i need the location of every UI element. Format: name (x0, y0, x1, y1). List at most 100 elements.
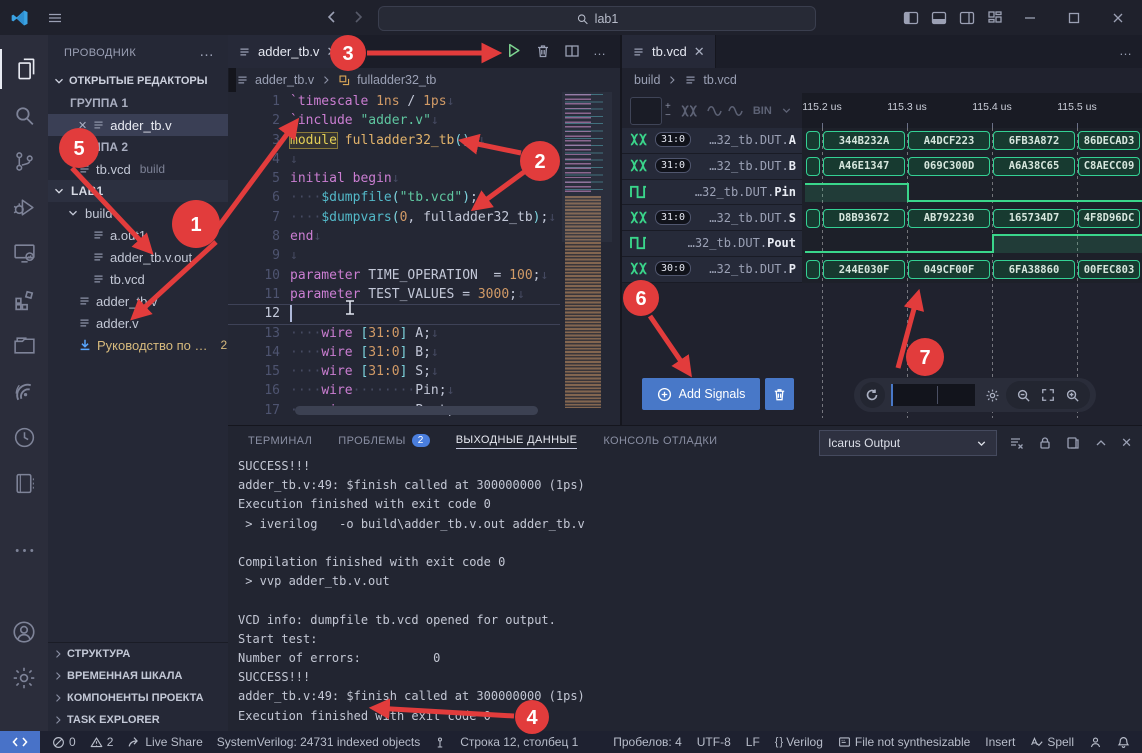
tree-item--1[interactable]: ГРУППА 1 (48, 92, 228, 114)
menu-icon[interactable] (40, 10, 70, 26)
activity-extensions-icon[interactable] (0, 279, 48, 319)
lock-scroll-icon[interactable] (1037, 435, 1053, 451)
nav-forward-icon[interactable] (350, 9, 366, 25)
status-lf[interactable]: LF (746, 735, 760, 749)
clear-output-icon[interactable] (1009, 435, 1025, 451)
tree-item-adder_tb.v.out[interactable]: adder_tb.v.out (48, 246, 228, 268)
activity-settings-icon[interactable] (0, 658, 48, 698)
explorer-actions-icon[interactable]: … (199, 43, 214, 60)
clear-icon[interactable] (535, 43, 551, 59)
remote-indicator[interactable] (0, 731, 40, 753)
wave-settings-icon[interactable] (985, 388, 1000, 403)
split-editor-icon[interactable] (564, 43, 580, 59)
status-bell[interactable] (1117, 736, 1130, 749)
panel-tab-терминал[interactable]: ТЕРМИНАЛ (248, 435, 312, 449)
remove-signals-button[interactable] (765, 378, 794, 410)
tree-item-tb.vcd[interactable]: tb.vcdbuild (48, 158, 228, 180)
zoom-in-icon[interactable] (1065, 388, 1080, 403)
activity-search-icon[interactable] (0, 95, 48, 135)
tree-item-adder.v[interactable]: adder.v (48, 312, 228, 334)
toggle-sidebar-icon[interactable] (903, 10, 919, 26)
signal-row-p[interactable]: 30:0…32_tb.DUT.P (622, 257, 802, 283)
minimize-icon[interactable] (1022, 10, 1038, 26)
tree-item-tb.vcd[interactable]: tb.vcd (48, 268, 228, 290)
activity-more-icon[interactable] (0, 530, 48, 570)
tree-item-adder_tb.v[interactable]: adder_tb.v (48, 290, 228, 312)
signal-row-b[interactable]: 31:0…32_tb.DUT.B (622, 154, 802, 180)
activity-run-debug-icon[interactable] (0, 187, 48, 227)
tab-adder-tb-v[interactable]: adder_tb.v ✕ (228, 35, 348, 68)
activity-account-icon[interactable] (0, 612, 48, 652)
add-signals-button[interactable]: Add Signals (642, 378, 760, 410)
status--4[interactable]: Пробелов: 4 (613, 735, 682, 749)
wave-breadcrumb[interactable]: build tb.vcd (634, 68, 1134, 92)
run-file-icon[interactable] (505, 42, 522, 59)
signal-row-a[interactable]: 31:0…32_tb.DUT.A (622, 128, 802, 154)
customize-layout-icon[interactable] (987, 10, 1003, 26)
toggle-panel-icon[interactable] (931, 10, 947, 26)
maximize-icon[interactable] (1066, 10, 1082, 26)
waveform-canvas[interactable]: 344B232AA4DCF2236FB3A87286DECAD3A46E1347… (802, 128, 1142, 283)
minimap[interactable] (562, 92, 612, 422)
close-panel-icon[interactable]: ✕ (1121, 435, 1132, 451)
panel-tab-выходные-данные[interactable]: ВЫХОДНЫЕ ДАННЫЕ (456, 434, 578, 449)
open-in-editor-icon[interactable] (1065, 435, 1081, 451)
tree-item--[interactable]: Руководство по …2 (48, 334, 228, 356)
activity-containers-icon[interactable] (0, 325, 48, 365)
activity-esp-idf-icon[interactable] (0, 371, 48, 411)
color-swatch[interactable] (630, 97, 662, 125)
tree-item-build[interactable]: build (48, 202, 228, 224)
section-временная-шкала[interactable]: ВРЕМЕННАЯ ШКАЛА (48, 665, 228, 687)
command-search-input[interactable]: lab1 (378, 6, 816, 31)
tree-item--2[interactable]: ГРУППА 2 (48, 136, 228, 158)
activity-source-control-icon[interactable] (0, 141, 48, 181)
zoom-out-icon[interactable] (1016, 388, 1031, 403)
activity-remote-explorer-icon[interactable] (0, 233, 48, 273)
bus-format-icon[interactable] (681, 104, 699, 118)
status-person[interactable] (1089, 736, 1102, 749)
signal-row-pin[interactable]: …32_tb.DUT.Pin (622, 180, 802, 206)
tree-item-adder_tb.v[interactable]: ✕adder_tb.v (48, 114, 228, 136)
open-editors-header[interactable]: ОТКРЫТЫЕ РЕДАКТОРЫ (48, 70, 228, 92)
status-branch[interactable] (434, 736, 446, 749)
tab-tb-vcd[interactable]: tb.vcd ✕ (622, 35, 716, 68)
activity-explorer-icon[interactable] (0, 49, 50, 89)
reload-wave-button[interactable] (860, 382, 885, 408)
section-структура[interactable]: СТРУКТУРА (48, 643, 228, 665)
section-компоненты-проекта[interactable]: КОМПОНЕНТЫ ПРОЕКТА (48, 687, 228, 709)
zoom-minus[interactable]: − (665, 111, 671, 120)
horizontal-scrollbar[interactable] (295, 406, 538, 415)
status-insert[interactable]: Insert (985, 735, 1015, 749)
signal-row-pout[interactable]: …32_tb.DUT.Pout (622, 231, 802, 257)
editor-more-actions-icon[interactable]: … (593, 43, 606, 58)
tree-item-lab1[interactable]: LAB1 (48, 180, 228, 202)
output-channel-select[interactable]: Icarus Output (819, 430, 997, 456)
toggle-secondary-sidebar-icon[interactable] (959, 10, 975, 26)
status-0[interactable]: 0 (52, 735, 76, 749)
panel-tab-консоль-отладки[interactable]: КОНСОЛЬ ОТЛАДКИ (603, 435, 717, 449)
close-tab-icon[interactable]: ✕ (326, 44, 337, 60)
tree-item-a.out1[interactable]: a.out1 (48, 224, 228, 246)
breadcrumb[interactable]: adder_tb.v fulladder32_tb (236, 68, 620, 92)
zoom-fit-icon[interactable] (1041, 388, 1055, 402)
activity-notebook-icon[interactable] (0, 463, 48, 503)
wave-more-actions-icon[interactable]: … (1119, 43, 1132, 58)
status-live-share[interactable]: Live Share (127, 735, 202, 749)
status-utf-8[interactable]: UTF-8 (697, 735, 731, 749)
panel-tab-проблемы[interactable]: ПРОБЛЕМЫ2 (338, 434, 429, 449)
status--12-1[interactable]: Строка 12, столбец 1 (460, 735, 578, 749)
status-spell[interactable]: Spell (1030, 735, 1074, 749)
chevron-down-icon[interactable] (780, 104, 793, 117)
status-file-not-synthesizable[interactable]: File not synthesizable (838, 734, 970, 750)
maximize-panel-icon[interactable] (1093, 435, 1109, 451)
close-tab-icon[interactable]: ✕ (694, 44, 705, 60)
close-window-icon[interactable] (1110, 10, 1126, 26)
activity-timeline-icon[interactable] (0, 417, 48, 457)
radix-select[interactable]: BIN (753, 105, 772, 117)
analog-format-icon[interactable] (707, 105, 722, 117)
time-input[interactable] (891, 384, 975, 406)
status-systemverilog-24731-indexed-[interactable]: SystemVerilog: 24731 indexed objects (217, 735, 420, 749)
status-2[interactable]: 2 (90, 735, 114, 749)
signal-row-s[interactable]: 31:0…32_tb.DUT.S (622, 206, 802, 232)
time-ruler[interactable]: 115.2 us115.3 us115.4 us115.5 us (802, 93, 1142, 128)
